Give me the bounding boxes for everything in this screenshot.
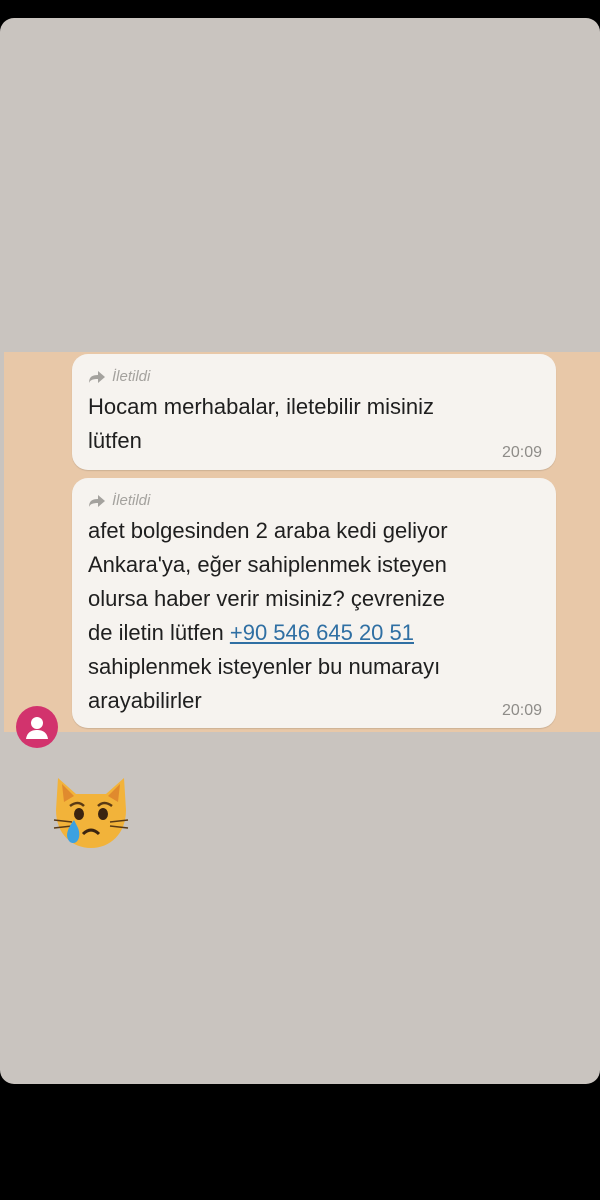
bottom-black-bar xyxy=(0,1084,600,1200)
message-time: 20:09 xyxy=(501,702,542,719)
sender-avatar[interactable] xyxy=(16,706,58,748)
forwarded-label: İletildi xyxy=(88,368,150,385)
message-bubble[interactable]: İletildi afet bolgesinden 2 araba kedi g… xyxy=(72,478,556,728)
message-text: afet bolgesinden 2 araba kedi geliyor An… xyxy=(88,514,540,718)
crying-cat-face-icon xyxy=(53,778,129,848)
message-time: 20:09 xyxy=(501,444,542,461)
person-icon xyxy=(26,717,48,739)
message-text: Hocam merhabalar, iletebilir misiniz lüt… xyxy=(88,394,435,453)
message-bubble[interactable]: İletildi Hocam merhabalar, iletebilir mi… xyxy=(72,354,556,470)
forwarded-label: İletildi xyxy=(88,492,150,509)
message-text-part: sahiplenmek isteyenler bu numarayı araya… xyxy=(88,654,441,713)
forwarded-text: İletildi xyxy=(112,492,151,509)
phone-number-link[interactable]: +90 546 645 20 51 xyxy=(230,620,414,645)
forward-arrow-icon xyxy=(89,494,105,507)
forwarded-text: İletildi xyxy=(112,368,151,385)
forward-arrow-icon xyxy=(89,370,105,383)
